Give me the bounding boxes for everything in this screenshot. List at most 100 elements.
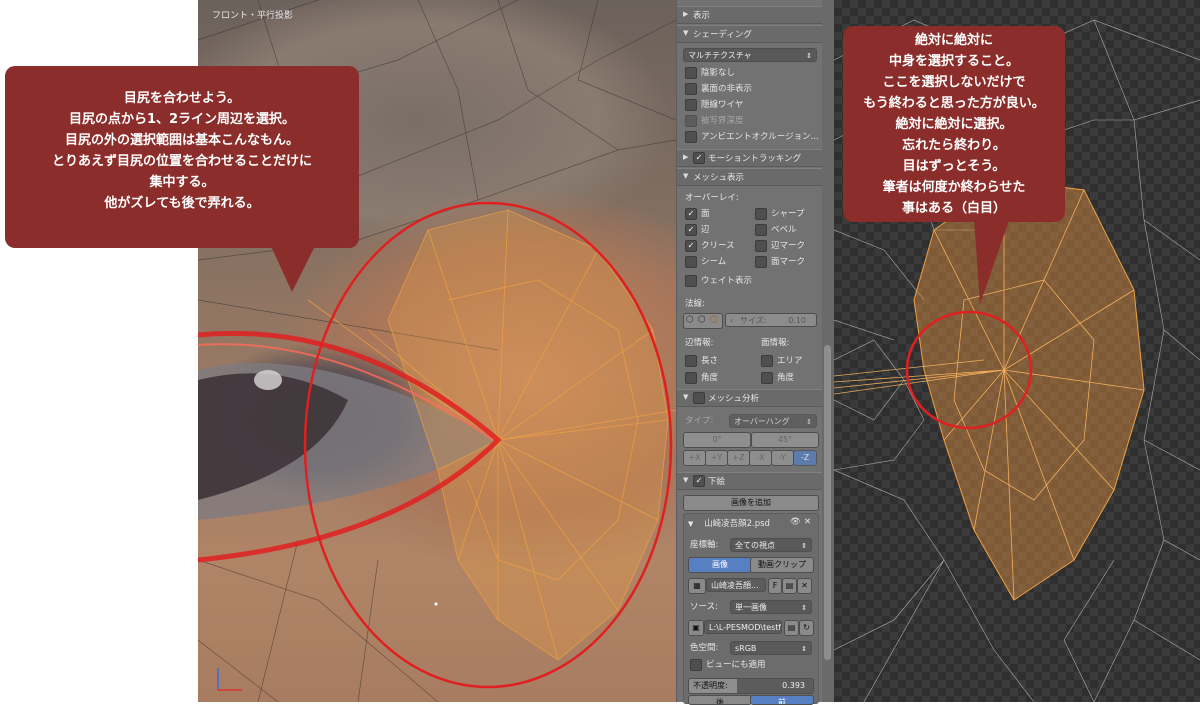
callout-line: 目尻の点から1、2ライン周辺を選択。 — [68, 112, 296, 127]
loop-normal-icon[interactable]: ⬡ — [698, 315, 706, 325]
image-browse-icon[interactable]: ▦ — [688, 578, 706, 594]
option-shadeless[interactable]: 陰影なし — [685, 66, 735, 80]
checkbox[interactable] — [761, 355, 773, 367]
reload-icon[interactable]: ↻ — [799, 620, 814, 636]
checkbox[interactable] — [761, 372, 773, 384]
collapsed-triangle-icon: ▶ — [683, 10, 689, 18]
overlay-crease[interactable]: ✓ クリース — [685, 239, 735, 253]
axis-button-minus-x[interactable]: -X — [749, 450, 772, 466]
panel-header-display[interactable]: ▶ 表示 — [677, 6, 823, 24]
overlay-sharp[interactable]: シャープ — [755, 207, 805, 221]
checkbox[interactable] — [685, 372, 697, 384]
option-label: 角度 — [777, 373, 795, 383]
callout-line: 他がズレても後で弄れる。 — [104, 196, 260, 211]
checkbox[interactable] — [755, 256, 767, 268]
analysis-max-field[interactable]: 45° — [751, 432, 819, 448]
field-value: L:\L-PESMOD\testf... — [709, 623, 782, 632]
normal-size-field[interactable]: ‹ サイズ: 0.10 — [725, 313, 817, 327]
expanded-triangle-icon: ▼ — [683, 393, 689, 401]
tab-movie-clip[interactable]: 動画クリップ — [750, 557, 814, 573]
checkbox[interactable] — [685, 355, 697, 367]
checkbox[interactable] — [685, 83, 697, 95]
vertex-normal-icon[interactable]: ⬡ — [686, 315, 694, 325]
close-icon[interactable]: ✕ — [804, 517, 811, 527]
checkbox[interactable] — [685, 256, 697, 268]
overlay-faces[interactable]: ✓ 面 — [685, 207, 710, 221]
analysis-min-field[interactable]: 0° — [683, 432, 751, 448]
axis-button-plus-y[interactable]: +Y — [705, 450, 728, 466]
overlay-face-marks[interactable]: 面マーク — [755, 255, 805, 269]
checkbox[interactable] — [685, 115, 697, 127]
shading-mode-dropdown[interactable]: マルチテクスチャ ⇕ — [683, 48, 817, 62]
checkbox[interactable] — [755, 240, 767, 252]
axis-button-minus-z[interactable]: -Z — [793, 450, 817, 466]
panel-header-mesh-display[interactable]: ▼ メッシュ表示 — [677, 168, 823, 186]
axis-button-plus-z[interactable]: +Z — [727, 450, 750, 466]
add-image-button[interactable]: 画像を追加 — [683, 495, 819, 511]
checkbox[interactable]: ✓ — [685, 240, 697, 252]
callout-line: 筆者は何度か終わらせた — [882, 180, 1026, 195]
field-value: 0° — [712, 435, 722, 444]
callout-text: 絶対に絶対に 中身を選択すること。 ここを選択しないだけで もう終わると思った方… — [843, 26, 1065, 219]
image-datablock-field[interactable]: 山崎凌吾顔... — [706, 578, 766, 592]
face-area[interactable]: エリア — [761, 354, 803, 368]
checkbox[interactable]: ✓ — [693, 152, 705, 164]
fake-user-button[interactable]: F — [768, 578, 782, 594]
face-normal-icon[interactable]: ⬡ — [710, 315, 718, 325]
checkbox[interactable] — [693, 392, 705, 404]
option-backface-culling[interactable]: 裏面の非表示 — [685, 82, 752, 96]
panel-scrollbar[interactable] — [822, 0, 834, 702]
axis-button-plus-x[interactable]: +X — [683, 450, 706, 466]
open-folder-icon[interactable]: ▤ — [782, 578, 797, 594]
field-value: 山崎凌吾顔... — [711, 581, 759, 590]
option-depth-of-field[interactable]: 被写界深度 — [685, 114, 744, 128]
checkbox[interactable] — [755, 224, 767, 236]
axis-button-minus-y[interactable]: -Y — [771, 450, 794, 466]
axis-button-row: +X +Y +Z -X -Y -Z — [683, 450, 817, 466]
checkbox[interactable] — [755, 208, 767, 220]
collapsed-triangle-icon: ▶ — [683, 153, 689, 161]
checkbox[interactable] — [690, 659, 702, 671]
image-entry-header[interactable]: ▼ 山崎凌吾顔2.psd — [688, 517, 770, 531]
option-ambient-occlusion[interactable]: アンビエントオクルージョン... — [685, 130, 819, 144]
panel-header-motion-tracking[interactable]: ▶ ✓ モーショントラッキング — [677, 149, 823, 167]
callout-line: 目尻を合わせよう。 — [123, 91, 241, 106]
scrollbar-thumb[interactable] — [824, 345, 831, 660]
checkbox[interactable]: ✓ — [685, 208, 697, 220]
view-transform-toggle[interactable]: ビューにも適用 — [690, 658, 766, 672]
checkbox[interactable]: ✓ — [693, 475, 705, 487]
checkbox[interactable] — [685, 275, 697, 287]
overlay-edges[interactable]: ✓ 辺 — [685, 223, 710, 237]
unlink-icon[interactable]: ✕ — [797, 578, 812, 594]
checkbox[interactable]: ✓ — [685, 224, 697, 236]
panel-header-shading[interactable]: ▼ シェーディング — [677, 25, 823, 43]
edge-angle[interactable]: 角度 — [685, 371, 718, 385]
face-info-label: 面情報: — [761, 338, 790, 348]
open-folder-icon[interactable]: ▤ — [784, 620, 799, 636]
normals-toggle-group[interactable]: ⬡ ⬡ ⬡ — [683, 313, 723, 329]
tab-image[interactable]: 画像 — [688, 557, 752, 573]
analysis-type-dropdown[interactable]: オーバーハング ⇕ — [729, 414, 817, 428]
back-button[interactable]: 後 — [688, 695, 752, 705]
filepath-field[interactable]: L:\L-PESMOD\testf... — [704, 620, 782, 634]
checkbox[interactable] — [685, 131, 697, 143]
panel-header-background-images[interactable]: ▼ ✓ 下絵 — [677, 472, 823, 490]
overlay-edge-marks[interactable]: 辺マーク — [755, 239, 805, 253]
axis-label: +X — [688, 453, 701, 462]
overlay-weight[interactable]: ウェイト表示 — [685, 274, 752, 288]
eye-icon[interactable]: 👁 — [790, 517, 801, 527]
source-dropdown[interactable]: 単一画像 ⇕ — [730, 600, 812, 614]
overlay-seams[interactable]: シーム — [685, 255, 726, 269]
front-button[interactable]: 前 — [750, 695, 814, 705]
colorspace-dropdown[interactable]: sRGB ⇕ — [730, 641, 812, 655]
edge-length[interactable]: 長さ — [685, 354, 718, 368]
option-hidden-wire[interactable]: 隠線ワイヤ — [685, 98, 743, 112]
checkbox[interactable] — [685, 99, 697, 111]
panel-header-mesh-analysis[interactable]: ▼ メッシュ分析 — [677, 389, 823, 407]
overlay-bevel[interactable]: ベベル — [755, 223, 797, 237]
dropdown-value: オーバーハング — [734, 417, 790, 426]
checkbox[interactable] — [685, 67, 697, 79]
view-axis-dropdown[interactable]: 全ての視点 ⇕ — [730, 538, 812, 552]
opacity-slider[interactable]: 不透明度: 0.393 — [688, 678, 814, 694]
face-angle[interactable]: 角度 — [761, 371, 794, 385]
